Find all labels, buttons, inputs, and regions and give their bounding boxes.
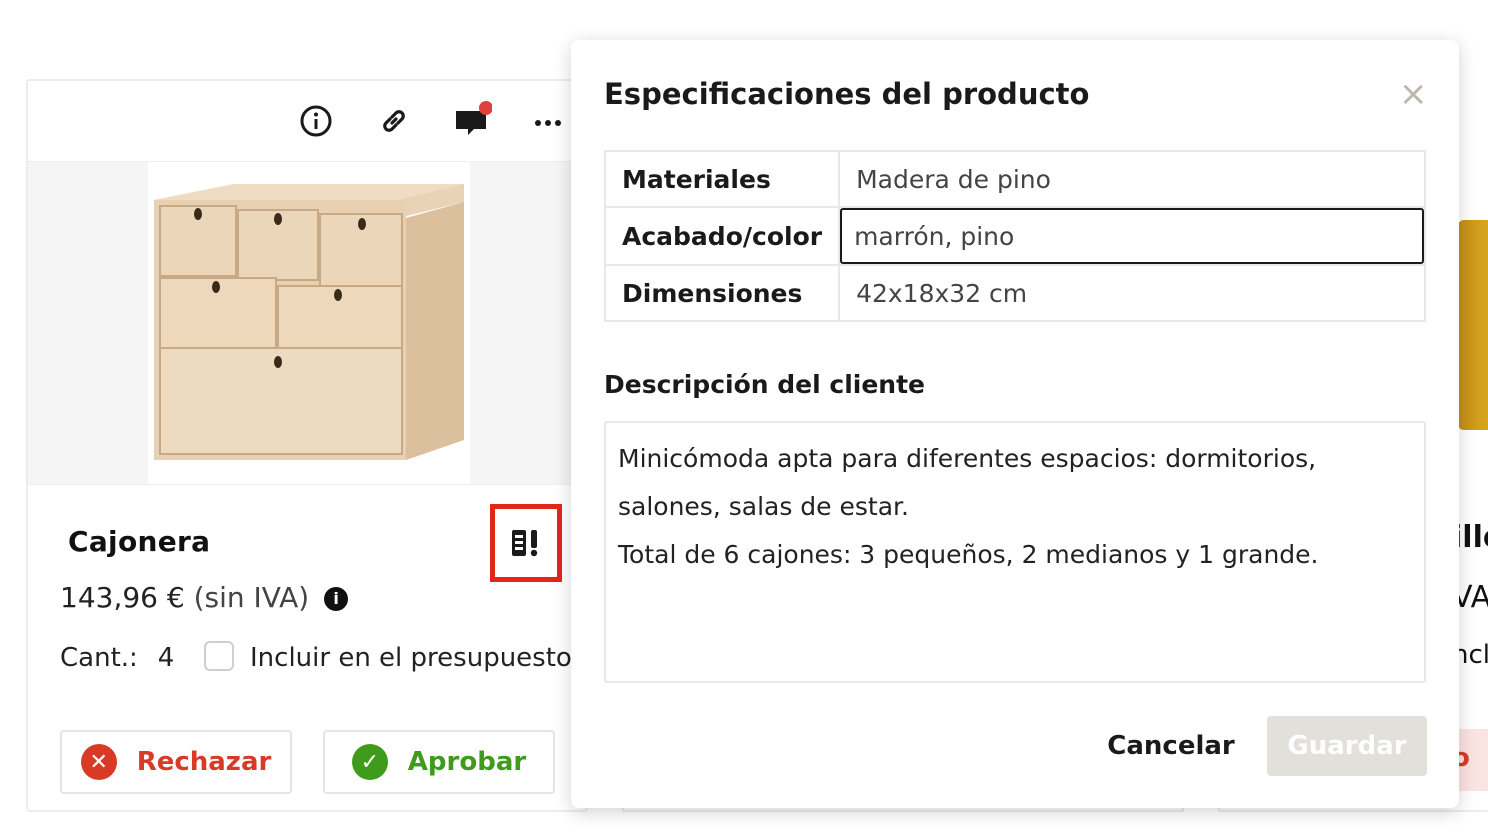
- spec-value-cell: [838, 206, 1426, 266]
- price-amount: 143,96 €: [60, 581, 185, 614]
- product-image-area: [28, 161, 586, 485]
- comment-icon[interactable]: [452, 101, 492, 141]
- check-circle-icon: ✓: [351, 744, 388, 780]
- save-button[interactable]: Guardar: [1267, 716, 1427, 776]
- reject-label: Rechazar: [136, 747, 272, 777]
- approve-label: Aprobar: [407, 747, 527, 777]
- product-title: Cajonera: [68, 525, 211, 558]
- quantity-label: Cant.:: [60, 643, 138, 673]
- quantity: Cant.: 4: [60, 643, 174, 673]
- table-row: Acabado/color: [603, 206, 1426, 266]
- spec-key: Acabado/color: [603, 206, 841, 266]
- specifications-icon: [512, 530, 538, 557]
- finish-color-input[interactable]: [840, 208, 1424, 264]
- product-image[interactable]: [148, 162, 470, 484]
- product-card: Cajonera 143,96 € (sin IVA) i Cant.: 4 In…: [26, 79, 588, 812]
- description-label: Descripción del cliente: [604, 370, 926, 399]
- reject-button[interactable]: ✕ Rechazar: [60, 730, 292, 794]
- spec-value-field[interactable]: Madera de pino: [838, 150, 1426, 208]
- price-info-icon[interactable]: i: [324, 587, 349, 611]
- description-line: salones, salas de estar.: [618, 492, 909, 521]
- cancel-button[interactable]: Cancelar: [1101, 716, 1241, 776]
- spec-key: Materiales: [603, 150, 841, 208]
- background-product-image: [1458, 220, 1488, 430]
- specifications-modal: Especificaciones del producto × Material…: [571, 40, 1459, 808]
- price-tax-note: (sin IVA): [193, 581, 310, 614]
- more-icon[interactable]: [528, 101, 568, 141]
- quantity-value: 4: [157, 643, 175, 673]
- spec-value-field[interactable]: 42x18x32 cm: [838, 264, 1426, 322]
- approve-button[interactable]: ✓ Aprobar: [323, 730, 555, 794]
- description-textarea[interactable]: Minicómoda apta para diferentes espacios…: [604, 421, 1426, 683]
- spec-key: Dimensiones: [603, 264, 841, 322]
- card-toolbar: [28, 81, 586, 161]
- description-line: Total de 6 cajones: 3 pequeños, 2 median…: [618, 540, 1319, 569]
- close-icon[interactable]: ×: [1399, 77, 1428, 111]
- specifications-button[interactable]: [490, 504, 562, 582]
- table-row: Materiales Madera de pino: [603, 150, 1426, 208]
- include-in-budget-label[interactable]: Incluir en el presupuesto: [250, 643, 572, 673]
- link-icon[interactable]: [374, 101, 414, 141]
- specs-table: Materiales Madera de pino Acabado/color …: [603, 150, 1426, 322]
- info-icon[interactable]: [296, 101, 336, 141]
- modal-title: Especificaciones del producto: [604, 77, 1090, 111]
- product-price: 143,96 € (sin IVA) i: [60, 581, 349, 614]
- include-in-budget-checkbox[interactable]: [204, 641, 234, 671]
- table-row: Dimensiones 42x18x32 cm: [603, 264, 1426, 322]
- close-circle-icon: ✕: [80, 744, 117, 780]
- description-line: Minicómoda apta para diferentes espacios…: [618, 444, 1317, 473]
